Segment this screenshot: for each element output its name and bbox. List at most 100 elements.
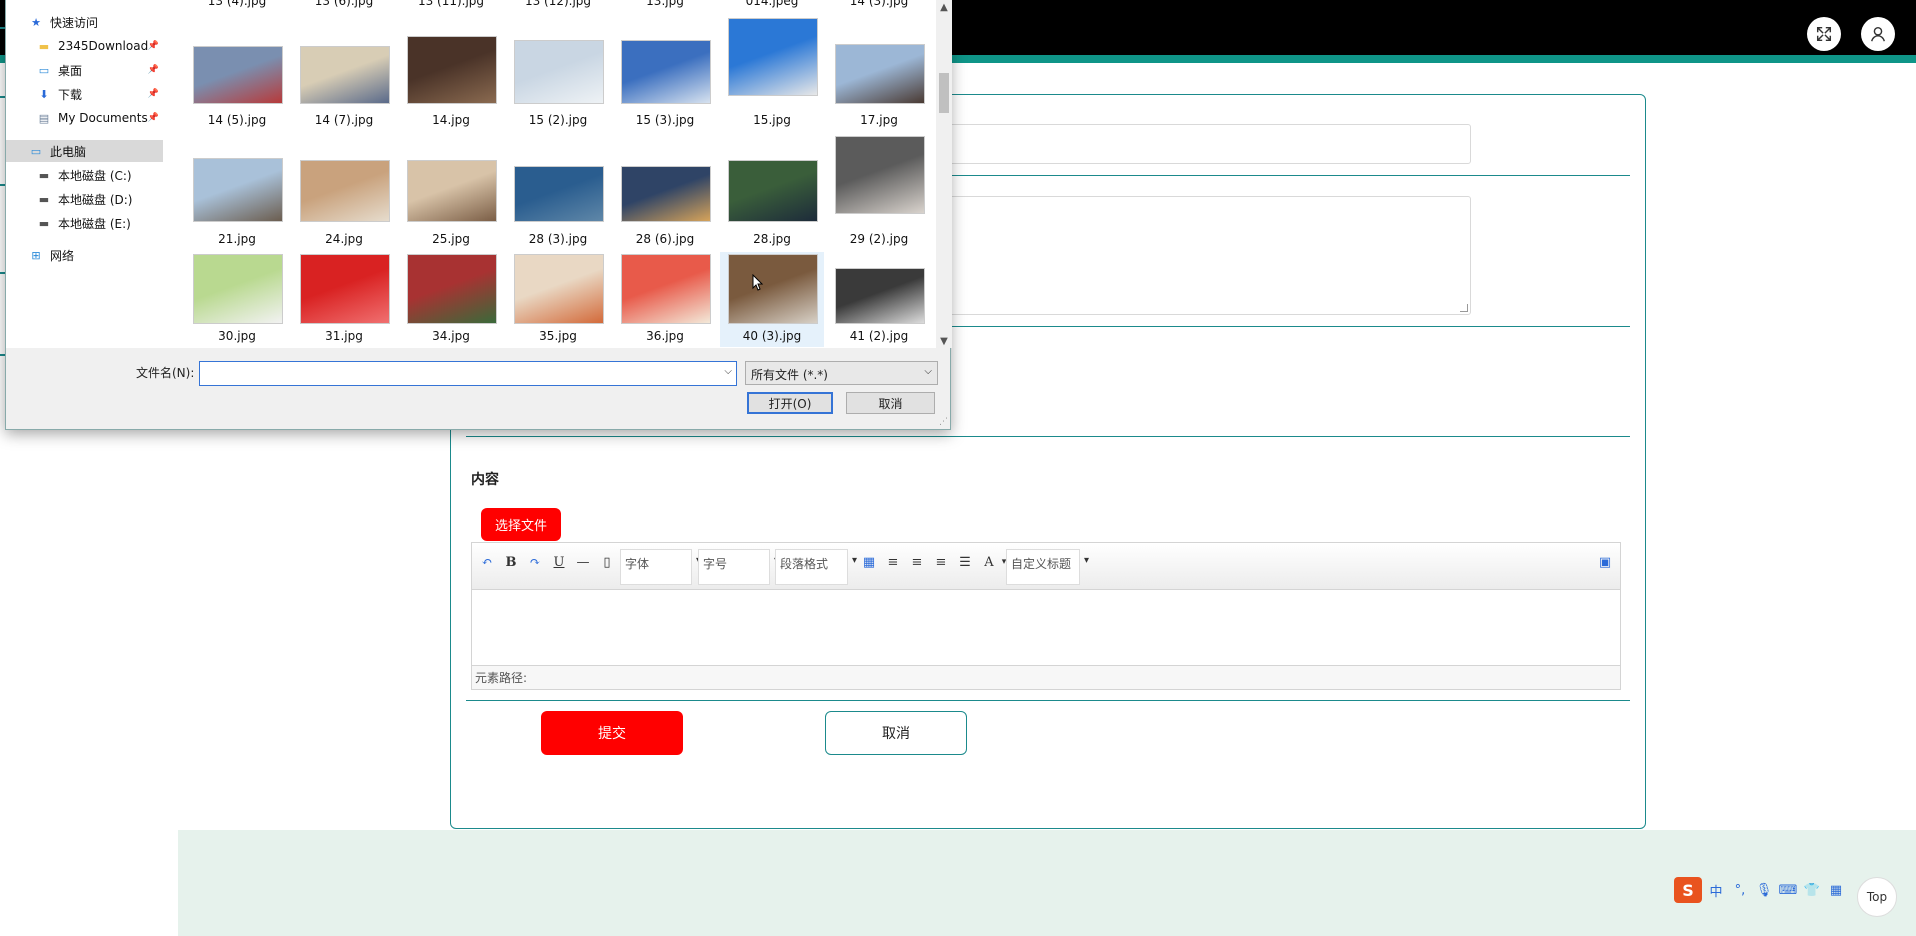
nav-item[interactable]: ▤ My Documents 📌	[6, 107, 163, 129]
ime-toolbar: S 中 °, 🎙 ⌨ 👕 ▦	[1672, 875, 1850, 905]
file-name[interactable]: 13 (6).jpg	[292, 0, 396, 8]
form-divider	[466, 436, 1630, 437]
file-thumbnail[interactable]: 30.jpg	[185, 252, 289, 347]
file-name[interactable]: 14 (3).jpg	[827, 0, 931, 8]
computer-icon: ▭	[30, 144, 42, 158]
nav-item[interactable]: ▬ 本地磁盘 (C:)	[6, 164, 163, 186]
align-center-icon[interactable]: ≡	[932, 553, 950, 571]
file-thumbnail[interactable]: 14.jpg	[399, 16, 503, 131]
resize-grip-icon[interactable]: ⋰	[939, 417, 948, 427]
filename-input[interactable]: ⌵	[199, 361, 737, 386]
sogou-logo[interactable]: S	[1674, 877, 1702, 903]
apps-icon[interactable]: ▦	[1826, 880, 1846, 900]
file-name: 35.jpg	[539, 329, 577, 343]
back-to-top-button[interactable]: Top	[1857, 877, 1897, 917]
document-icon: ▤	[38, 111, 50, 125]
nav-item[interactable]: ★ 快速访问	[6, 11, 163, 33]
fullscreen-button[interactable]	[1807, 17, 1841, 51]
font-size-select[interactable]: 字号	[698, 549, 779, 585]
chevron-down-icon[interactable]: ⌵	[724, 366, 732, 377]
microphone-icon[interactable]: 🎙	[1754, 880, 1774, 900]
file-thumbnail[interactable]: 36.jpg	[613, 252, 717, 347]
skin-icon[interactable]: 👕	[1802, 880, 1822, 900]
file-name[interactable]: 13.jpg	[613, 0, 717, 8]
user-button[interactable]	[1861, 17, 1895, 51]
undo-icon[interactable]: ↶	[478, 553, 496, 571]
file-thumbnail[interactable]: 35.jpg	[506, 252, 610, 347]
file-name[interactable]: 13 (12).jpg	[506, 0, 610, 8]
file-thumbnail[interactable]: 28 (3).jpg	[506, 134, 610, 250]
horizontal-rule-icon[interactable]: —	[574, 553, 592, 571]
file-thumbnail[interactable]: 17.jpg	[827, 16, 931, 131]
align-right-icon[interactable]: ≡	[908, 553, 926, 571]
file-thumbnail[interactable]: 15.jpg	[720, 16, 824, 131]
user-icon	[1871, 26, 1885, 42]
redo-icon[interactable]: ↷	[526, 553, 544, 571]
file-thumbnail[interactable]: 15 (2).jpg	[506, 16, 610, 131]
nav-item[interactable]: ▭ 桌面 📌	[6, 59, 163, 81]
font-family-select[interactable]: 字体	[620, 549, 701, 585]
underline-icon[interactable]: U	[550, 553, 568, 571]
punctuation-icon[interactable]: °,	[1730, 880, 1750, 900]
nav-item-label: 网络	[50, 248, 75, 263]
editor-body[interactable]	[472, 590, 1620, 666]
open-button[interactable]: 打开(O)	[747, 392, 833, 414]
files-pane: 13 (4).jpg 13 (6).jpg 13 (11).jpg 13 (12).j…	[163, 0, 936, 348]
file-thumbnail[interactable]: 29 (2).jpg	[827, 134, 931, 250]
image-preview	[193, 254, 283, 324]
file-thumbnail[interactable]: 24.jpg	[292, 134, 396, 250]
align-left-icon[interactable]: ≡	[884, 553, 902, 571]
file-name[interactable]: 014.jpeg	[720, 0, 824, 8]
vertical-scrollbar[interactable]: ▲ ▼	[936, 0, 952, 348]
file-name[interactable]: 13 (4).jpg	[185, 0, 289, 8]
file-thumbnail[interactable]: 28 (6).jpg	[613, 134, 717, 250]
ime-language[interactable]: 中	[1706, 880, 1726, 900]
form-cancel-button[interactable]: 取消	[825, 711, 967, 755]
file-thumbnail[interactable]: 25.jpg	[399, 134, 503, 250]
file-thumbnail[interactable]: 34.jpg	[399, 252, 503, 347]
scroll-down-icon[interactable]: ▼	[936, 334, 952, 348]
file-thumbnail[interactable]: 14 (7).jpg	[292, 16, 396, 131]
fullscreen-editor-icon[interactable]: ▣	[1596, 553, 1614, 571]
filename-label: 文件名(N):	[136, 366, 195, 380]
dialog-cancel-button[interactable]: 取消	[846, 392, 935, 414]
nav-item[interactable]: ⬇ 下载 📌	[6, 83, 163, 105]
nav-item[interactable]: ⊞ 网络	[6, 244, 163, 266]
image-preview	[514, 40, 604, 104]
nav-item[interactable]: ▬ 本地磁盘 (D:)	[6, 188, 163, 210]
keyboard-icon[interactable]: ⌨	[1778, 880, 1798, 900]
scroll-thumb[interactable]	[939, 73, 949, 113]
file-name: 36.jpg	[646, 329, 684, 343]
nav-item[interactable]: ▬ 2345Download 📌	[6, 35, 163, 57]
paragraph-format-select[interactable]: 段落格式	[775, 549, 857, 585]
star-icon: ★	[31, 15, 41, 29]
file-thumbnail[interactable]: 31.jpg	[292, 252, 396, 347]
file-thumbnail[interactable]: 28.jpg	[720, 134, 824, 250]
choose-file-button[interactable]: 选择文件	[481, 508, 561, 541]
submit-button[interactable]: 提交	[541, 711, 683, 755]
table-icon[interactable]: ▦	[860, 553, 878, 571]
nav-item[interactable]: ▬ 本地磁盘 (E:)	[6, 212, 163, 234]
download-icon: ⬇	[39, 87, 49, 101]
file-thumbnail[interactable]: 15 (3).jpg	[613, 16, 717, 131]
align-justify-icon[interactable]: ☰	[956, 553, 974, 571]
pin-icon: 📌	[147, 89, 159, 99]
filetype-select[interactable]: 所有文件 (*.*) ⌵	[745, 361, 938, 385]
file-thumbnail[interactable]: 14 (5).jpg	[185, 16, 289, 131]
resize-grip[interactable]	[1460, 304, 1468, 312]
file-thumbnail[interactable]: 40 (3).jpg	[720, 252, 824, 347]
page-icon[interactable]: ▯	[598, 553, 616, 571]
file-thumbnail[interactable]: 21.jpg	[185, 134, 289, 250]
file-name[interactable]: 13 (11).jpg	[399, 0, 503, 8]
nav-item[interactable]: ▭ 此电脑	[6, 140, 163, 162]
scroll-up-icon[interactable]: ▲	[936, 0, 952, 14]
image-preview	[728, 18, 818, 96]
file-name: 14 (7).jpg	[314, 113, 374, 127]
folder-icon: ▬	[38, 39, 50, 53]
image-preview	[193, 46, 283, 104]
custom-title-select[interactable]: 自定义标题	[1006, 549, 1089, 585]
filetype-value: 所有文件 (*.*)	[751, 368, 828, 382]
image-preview	[835, 268, 925, 324]
file-thumbnail[interactable]: 41 (2).jpg	[827, 252, 931, 347]
bold-icon[interactable]: B	[502, 553, 520, 571]
